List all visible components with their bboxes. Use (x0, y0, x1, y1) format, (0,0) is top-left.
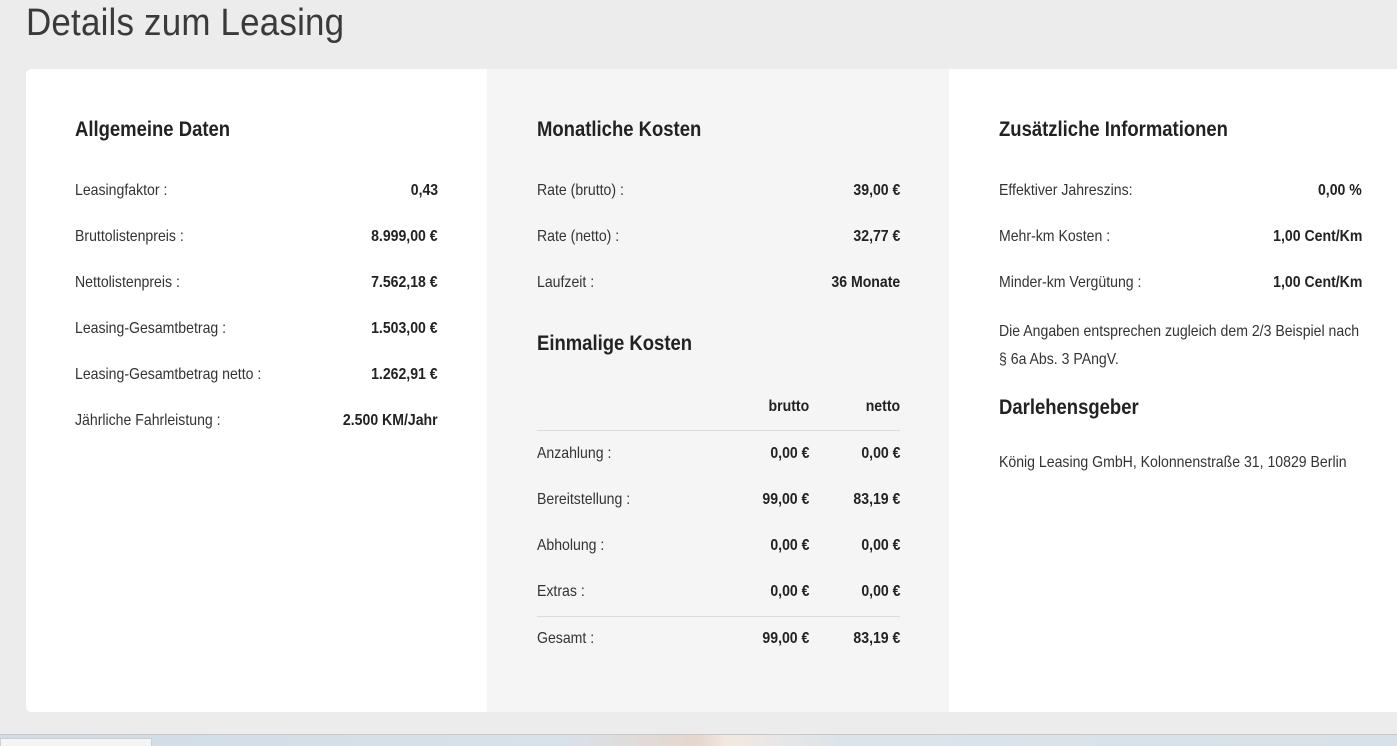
leasing-total-net-value: 1.262,91 € (371, 366, 438, 383)
provision-gross: 99,00 € (762, 491, 809, 508)
total-label: Gesamt : (537, 630, 595, 647)
extras-net: 0,00 € (860, 583, 900, 600)
pickup-net: 0,00 € (860, 537, 900, 554)
general-data-heading: Allgemeine Daten (75, 118, 231, 141)
fewer-km-refund-value: 1,00 Cent/Km (1272, 274, 1362, 291)
fewer-km-refund-label: Minder-km Vergütung : (999, 274, 1142, 291)
net-list-price-label: Nettolistenpreis : (75, 274, 180, 291)
additional-info-column: Zusätzliche Informationen Effektiver Jah… (949, 69, 1397, 712)
down-payment-net: 0,00 € (860, 445, 900, 462)
pickup-label: Abholung : (537, 537, 605, 554)
extra-km-cost-value: 1,00 Cent/Km (1272, 228, 1362, 245)
monthly-costs-heading: Monatliche Kosten (537, 118, 702, 141)
total-gross: 99,00 € (762, 630, 809, 647)
leasing-total-value: 1.503,00 € (371, 320, 438, 337)
effective-rate-value: 0,00 % (1318, 182, 1362, 199)
total-net: 83,19 € (853, 630, 900, 647)
onetime-total-divider (537, 616, 900, 617)
general-data-column: Allgemeine Daten Leasingfaktor : 0,43 Br… (26, 69, 487, 712)
leasing-factor-label: Leasingfaktor : (75, 182, 168, 199)
rate-net-label: Rate (netto) : (537, 228, 620, 245)
annual-mileage-value: 2.500 KM/Jahr (343, 412, 438, 429)
extras-label: Extras : (537, 583, 585, 600)
legal-note: Die Angaben entsprechen zugleich dem 2/3… (999, 323, 1360, 368)
pickup-gross: 0,00 € (769, 537, 809, 554)
page-title: Details zum Leasing (26, 2, 345, 44)
provision-label: Bereitstellung : (537, 491, 631, 508)
gross-list-price-value: 8.999,00 € (371, 228, 438, 245)
down-payment-label: Anzahlung : (537, 445, 612, 462)
onetime-costs-heading: Einmalige Kosten (537, 332, 693, 355)
lender-heading: Darlehensgeber (999, 396, 1139, 419)
extras-gross: 0,00 € (769, 583, 809, 600)
effective-rate-label: Effektiver Jahreszins: (999, 182, 1133, 199)
gross-list-price-label: Bruttolistenpreis : (75, 228, 184, 245)
term-label: Laufzeit : (537, 274, 595, 291)
onetime-gross-header: brutto (768, 398, 809, 415)
rate-net-value: 32,77 € (853, 228, 900, 245)
leasing-total-label: Leasing-Gesamtbetrag : (75, 320, 227, 337)
onetime-net-header: netto (865, 398, 900, 415)
term-value: 36 Monate (831, 274, 900, 291)
rate-gross-value: 39,00 € (853, 182, 900, 199)
additional-info-heading: Zusätzliche Informationen (999, 118, 1228, 141)
extra-km-cost-label: Mehr-km Kosten : (999, 228, 1111, 245)
annual-mileage-label: Jährliche Fahrleistung : (75, 412, 221, 429)
provision-net: 83,19 € (853, 491, 900, 508)
rate-gross-label: Rate (brutto) : (537, 182, 624, 199)
down-payment-gross: 0,00 € (769, 445, 809, 462)
net-list-price-value: 7.562,18 € (371, 274, 438, 291)
onetime-header-divider (537, 430, 900, 431)
costs-column: Monatliche Kosten Rate (brutto) : 39,00 … (487, 69, 949, 712)
taskbar (0, 734, 1397, 746)
lender-address: König Leasing GmbH, Kolonnenstraße 31, 1… (999, 454, 1347, 471)
leasing-total-net-label: Leasing-Gesamtbetrag netto : (75, 366, 262, 383)
leasing-details-card: Allgemeine Daten Leasingfaktor : 0,43 Br… (26, 69, 1397, 712)
leasing-factor-value: 0,43 (410, 182, 438, 199)
